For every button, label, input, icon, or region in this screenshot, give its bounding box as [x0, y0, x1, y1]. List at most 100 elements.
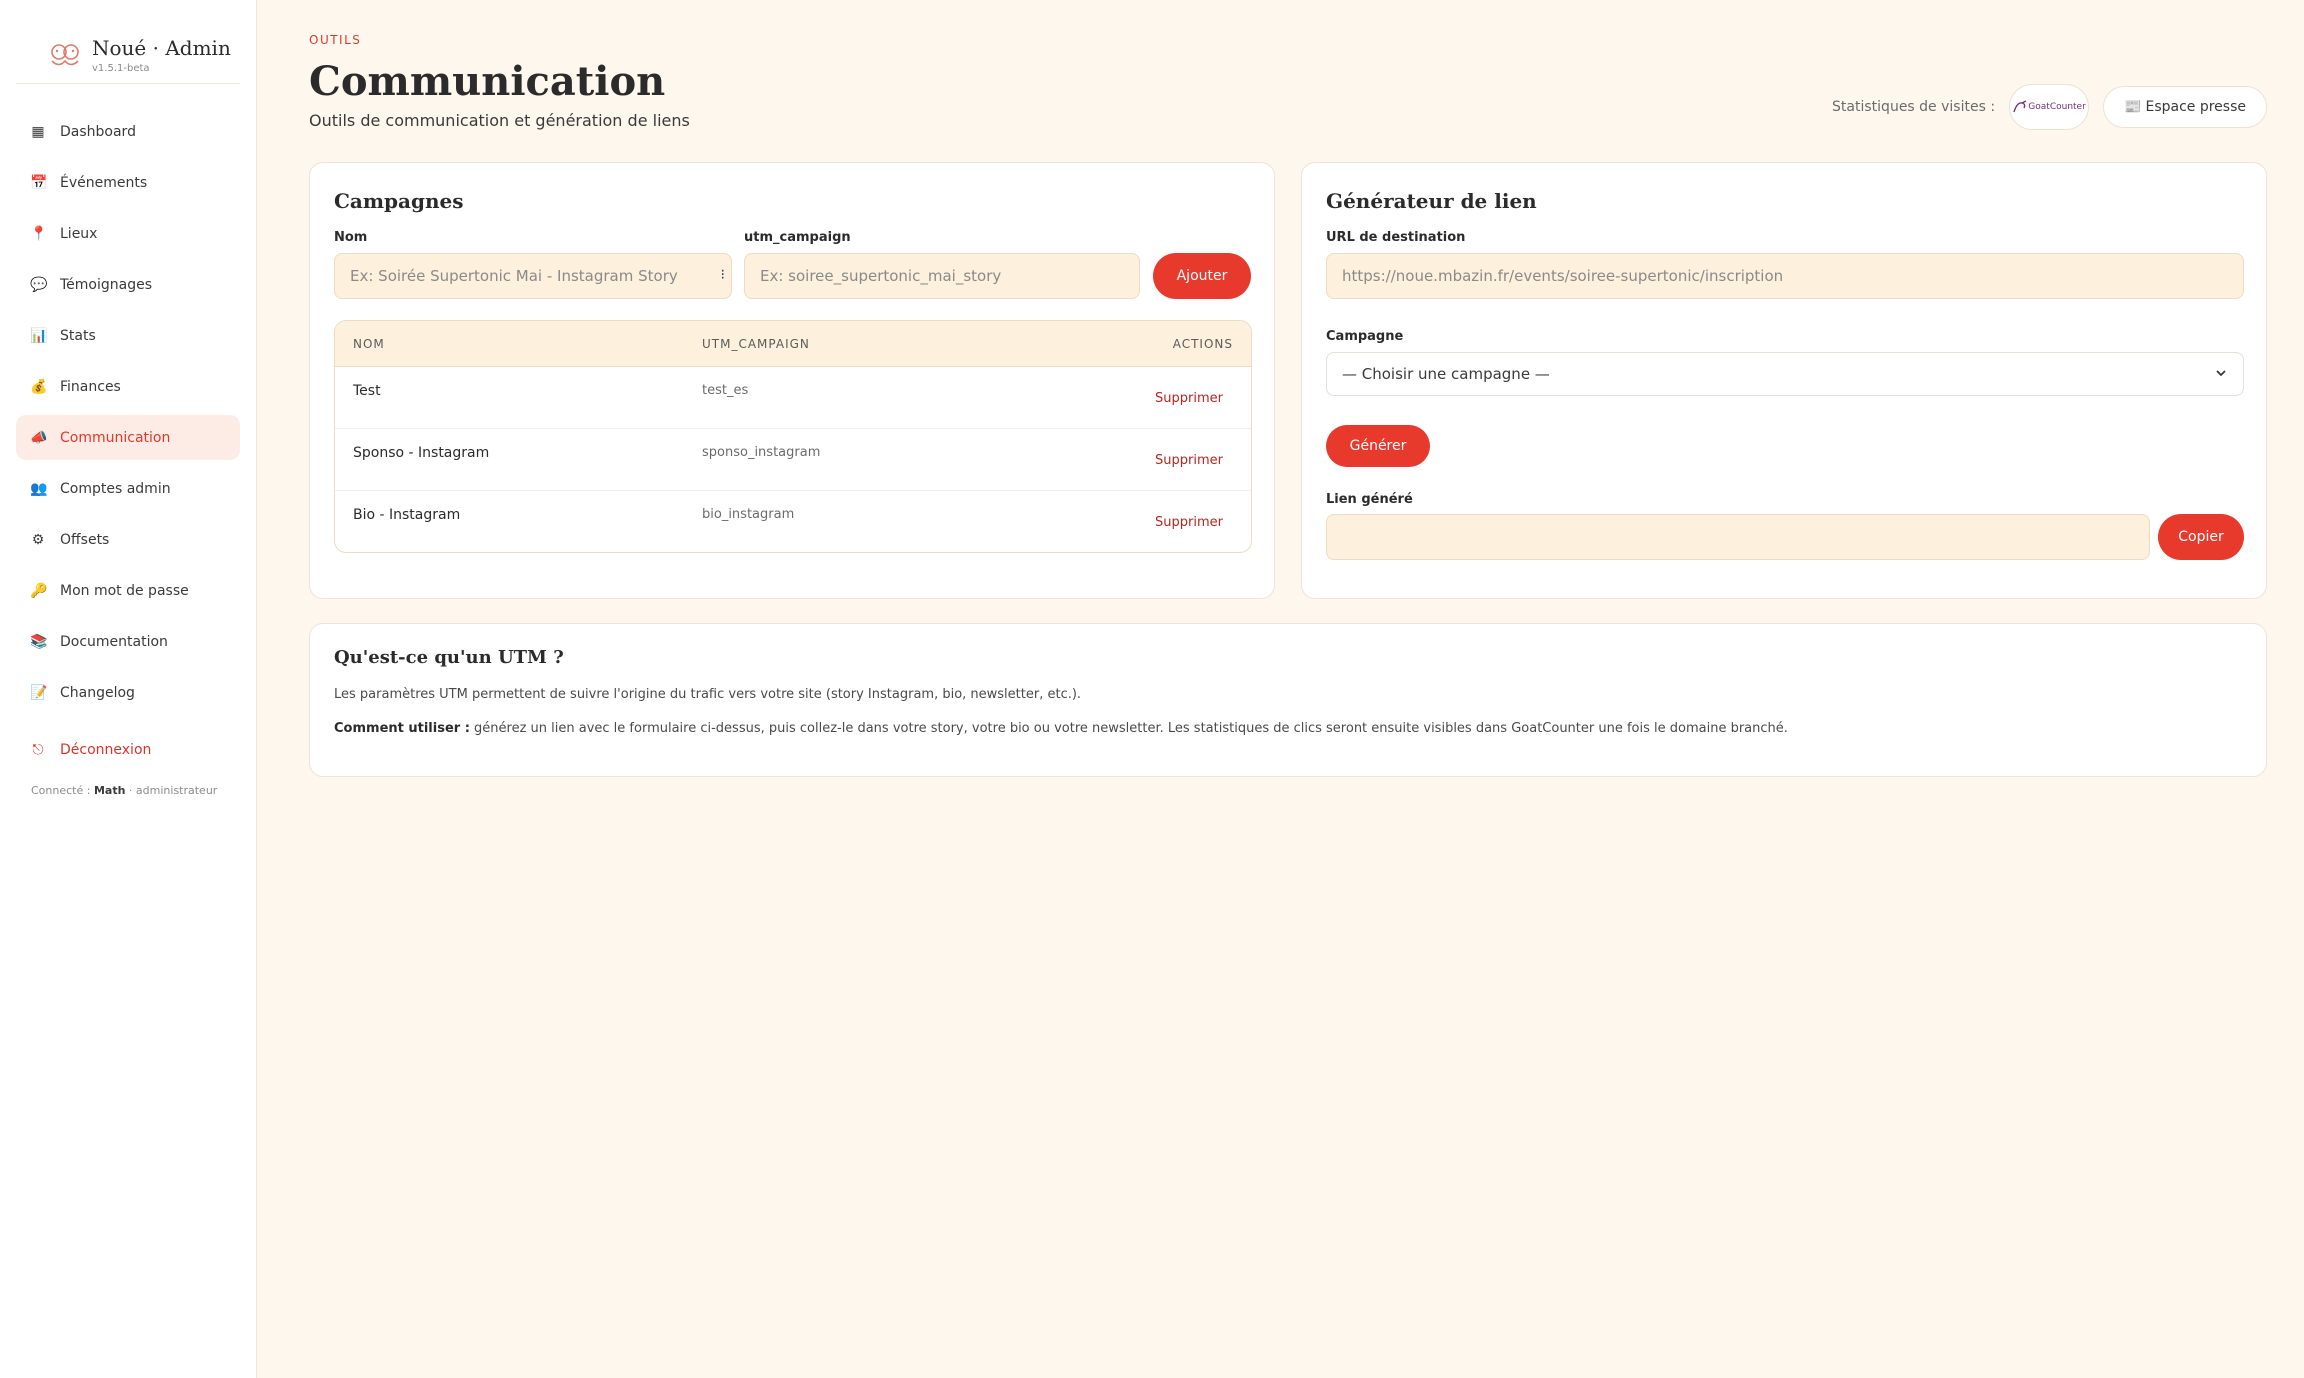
- text-cursor-icon: ⁝: [720, 267, 725, 283]
- name-label: Nom: [334, 230, 368, 245]
- sidebar-item-documentation[interactable]: 📚 Documentation: [16, 619, 240, 664]
- generated-link-label: Lien généré: [1326, 492, 1413, 507]
- goatcounter-label: GoatCounter: [2028, 102, 2086, 112]
- campaign-name-cell: Test: [353, 383, 381, 399]
- bar-chart-icon: 📊: [30, 327, 48, 344]
- sidebar-item-dashboard[interactable]: ▦ Dashboard: [16, 109, 240, 154]
- sidebar-item-t-moignages[interactable]: 💬 Témoignages: [16, 262, 240, 307]
- header-actions: Statistiques de visites : GoatCounter 📰 …: [1832, 84, 2267, 130]
- link-generator-card: Générateur de lien URL de destination ht…: [1301, 162, 2267, 599]
- sidebar-item-comptes-admin[interactable]: 👥 Comptes admin: [16, 466, 240, 511]
- campaign-select[interactable]: — Choisir une campagne —: [1326, 352, 2244, 396]
- logout-button[interactable]: ⎋ Déconnexion: [16, 727, 240, 772]
- connected-username: Math: [93, 784, 126, 797]
- logo-icon: [51, 43, 79, 65]
- page-subtitle: Outils de communication et génération de…: [309, 111, 690, 130]
- press-space-button[interactable]: 📰 Espace presse: [2103, 86, 2267, 128]
- connected-role: · administrateur: [128, 784, 218, 797]
- delete-campaign-button[interactable]: Supprimer: [1155, 453, 1223, 468]
- sidebar-item-label: Événements: [60, 174, 148, 191]
- campaigns-title: Campagnes: [334, 189, 464, 213]
- sidebar-item-label: Comptes admin: [60, 480, 171, 497]
- chevron-down-icon: [2216, 370, 2226, 377]
- generated-link-output[interactable]: [1326, 514, 2150, 560]
- sidebar-item-label: Communication: [60, 429, 171, 446]
- sidebar-item-offsets[interactable]: ⚙ Offsets: [16, 517, 240, 562]
- sidebar-item-label: Stats: [60, 327, 96, 344]
- sidebar-item-label: Témoignages: [60, 276, 153, 293]
- sidebar-item-label: Documentation: [60, 633, 168, 650]
- campaign-select-label: Campagne: [1326, 329, 1404, 344]
- utm-howto-bold: Comment utiliser :: [334, 721, 470, 736]
- table-row: Test test_es Supprimer: [335, 367, 1251, 429]
- column-header-actions: ACTIONS: [1172, 336, 1233, 351]
- users-icon: 👥: [30, 480, 48, 497]
- sidebar-item-mon-mot-de-passe[interactable]: 🔑 Mon mot de passe: [16, 568, 240, 613]
- newspaper-icon: 📰: [2124, 99, 2142, 115]
- delete-campaign-button[interactable]: Supprimer: [1155, 391, 1223, 406]
- utm-info-card: Qu'est-ce qu'un UTM ? Les paramètres UTM…: [309, 623, 2267, 777]
- destination-url-placeholder: https://noue.mbazin.fr/events/soiree-sup…: [1342, 267, 1784, 285]
- connected-prefix: Connecté :: [31, 784, 91, 797]
- add-campaign-button[interactable]: Ajouter: [1153, 253, 1251, 299]
- utm-info-paragraph: Les paramètres UTM permettent de suivre …: [334, 687, 1082, 702]
- app-version: v1.5.1-beta: [92, 62, 150, 74]
- press-space-label: Espace presse: [2145, 99, 2246, 115]
- campaign-name-cell: Sponso - Instagram: [353, 445, 490, 461]
- campaign-utm-cell: test_es: [702, 383, 749, 398]
- campaign-utm-cell: sponso_instagram: [702, 445, 821, 460]
- campaign-name-cell: Bio - Instagram: [353, 507, 461, 523]
- sidebar-item--v-nements[interactable]: 📅 Événements: [16, 160, 240, 205]
- sidebar-item-label: Offsets: [60, 531, 110, 548]
- generate-button[interactable]: Générer: [1326, 425, 1430, 467]
- sidebar-nav: ▦ Dashboard 📅 Événements 📍 Lieux 💬 Témoignages 📊…: [0, 109, 256, 772]
- sidebar: Noué · Admin v1.5.1-beta ▦ Dashboard 📅 Évén…: [0, 0, 257, 1378]
- destination-url-input[interactable]: https://noue.mbazin.fr/events/soiree-sup…: [1326, 253, 2244, 299]
- campaign-utm-cell: bio_instagram: [702, 507, 795, 522]
- app-title: Noué · Admin: [92, 35, 231, 60]
- utm-howto-text: générez un lien avec le formulaire ci-de…: [469, 721, 1788, 736]
- pin-icon: 📍: [30, 225, 48, 242]
- sidebar-item-label: Mon mot de passe: [60, 582, 189, 599]
- table-header: NOM UTM_CAMPAIGN ACTIONS: [335, 321, 1251, 367]
- campaign-name-input[interactable]: Ex: Soirée Supertonic Mai - Instagram St…: [334, 253, 732, 299]
- memo-icon: 📝: [30, 684, 48, 701]
- sidebar-item-label: Dashboard: [60, 123, 136, 140]
- stats-label: Statistiques de visites :: [1832, 99, 1996, 115]
- utm-info-title: Qu'est-ce qu'un UTM ?: [334, 647, 564, 668]
- sidebar-item-lieux[interactable]: 📍 Lieux: [16, 211, 240, 256]
- table-row: Bio - Instagram bio_instagram Supprimer: [335, 491, 1251, 552]
- utm-howto-paragraph: Comment utiliser : générez un lien avec …: [334, 721, 1788, 736]
- sidebar-item-stats[interactable]: 📊 Stats: [16, 313, 240, 358]
- copy-button[interactable]: Copier: [2158, 514, 2244, 560]
- goatcounter-button[interactable]: GoatCounter: [2009, 84, 2090, 130]
- sidebar-item-finances[interactable]: 💰 Finances: [16, 364, 240, 409]
- column-header-name: NOM: [353, 336, 385, 351]
- logout-icon: ⎋: [32, 741, 44, 758]
- key-icon: 🔑: [30, 582, 48, 599]
- sidebar-item-changelog[interactable]: 📝 Changelog: [16, 670, 240, 715]
- books-icon: 📚: [30, 633, 48, 650]
- column-header-utm: UTM_CAMPAIGN: [702, 336, 810, 351]
- utm-campaign-label: utm_campaign: [744, 230, 851, 245]
- campaigns-table: NOM UTM_CAMPAIGN ACTIONS Test test_es Supp…: [334, 320, 1252, 553]
- page-eyebrow: OUTILS: [309, 33, 362, 47]
- brand[interactable]: Noué · Admin v1.5.1-beta: [16, 0, 240, 84]
- generator-title: Générateur de lien: [1326, 189, 1537, 213]
- delete-campaign-button[interactable]: Supprimer: [1155, 515, 1223, 530]
- sidebar-item-label: Lieux: [60, 225, 98, 242]
- speech-bubble-icon: 💬: [30, 276, 48, 293]
- logout-label: Déconnexion: [60, 741, 152, 758]
- sidebar-item-label: Changelog: [60, 684, 135, 701]
- connected-user: Connecté : Math · administrateur: [0, 784, 256, 797]
- sidebar-item-label: Finances: [60, 378, 121, 395]
- destination-url-label: URL de destination: [1326, 230, 1466, 245]
- gear-icon: ⚙: [31, 531, 45, 548]
- sidebar-item-communication[interactable]: 📣 Communication: [16, 415, 240, 460]
- money-bag-icon: 💰: [30, 378, 48, 395]
- page-title: Communication: [309, 58, 666, 105]
- campaign-name-placeholder: Ex: Soirée Supertonic Mai - Instagram St…: [350, 267, 678, 285]
- campaign-select-value: — Choisir une campagne —: [1342, 365, 1550, 383]
- campaigns-card: Campagnes Nom Ex: Soirée Supertonic Mai …: [309, 162, 1275, 599]
- utm-campaign-input[interactable]: Ex: soiree_supertonic_mai_story: [744, 253, 1140, 299]
